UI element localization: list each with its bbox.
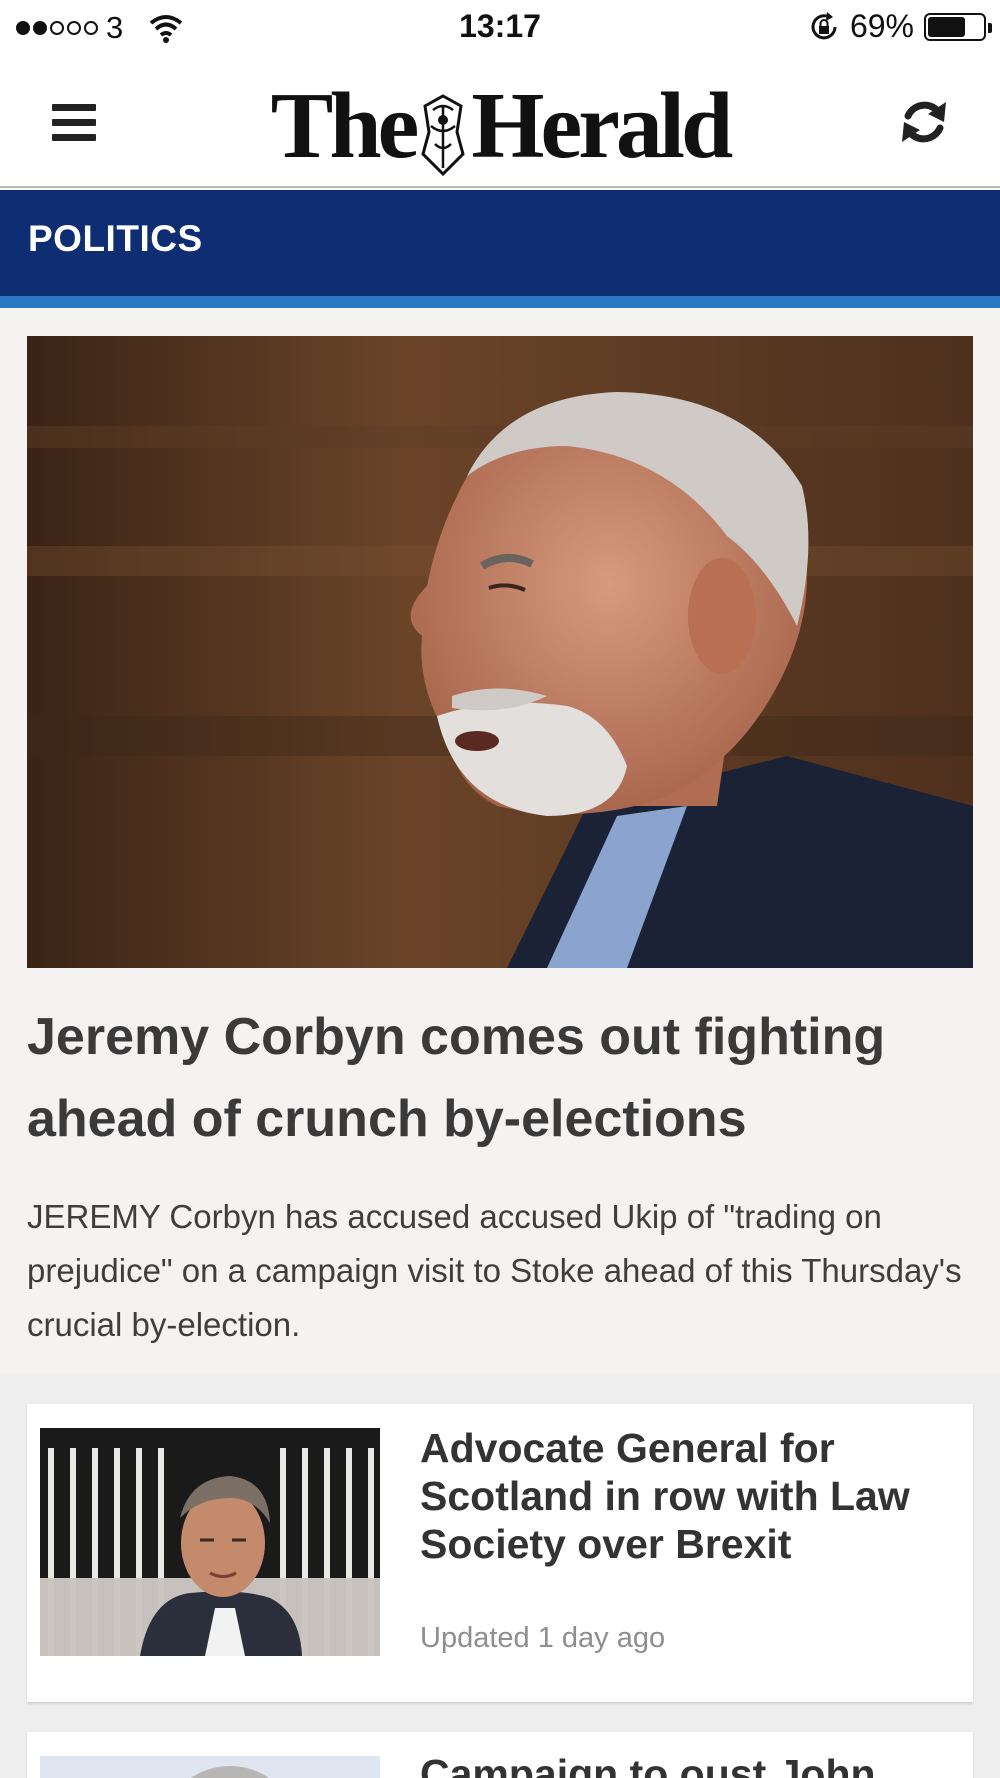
section-bar: POLITICS (0, 190, 1000, 296)
refresh-icon[interactable] (894, 92, 954, 152)
story-headline[interactable]: Advocate General for Scotland in row wit… (420, 1424, 950, 1568)
lead-story[interactable]: Jeremy Corbyn comes out fighting ahead o… (0, 308, 1000, 1374)
logo-text-the: The (270, 74, 420, 178)
status-right: 69% (808, 8, 992, 45)
battery-percent: 69% (849, 8, 914, 44)
story-list: Advocate General for Scotland in row wit… (0, 1374, 1000, 1778)
lead-story-image[interactable] (27, 336, 973, 968)
section-title: POLITICS (28, 218, 203, 259)
rotation-lock-icon (811, 11, 837, 39)
status-bar: 3 13:17 69% (0, 0, 1000, 56)
lead-story-headline[interactable]: Jeremy Corbyn comes out fighting ahead o… (27, 996, 973, 1160)
story-card[interactable]: Advocate General for Scotland in row wit… (27, 1404, 973, 1702)
logo-text-herald: Herald (471, 74, 733, 178)
story-thumbnail[interactable] (40, 1428, 380, 1656)
crest-icon (421, 94, 466, 177)
battery-icon (924, 12, 992, 41)
story-thumbnail[interactable] (40, 1756, 380, 1778)
lead-story-summary: JEREMY Corbyn has accused accused Ukip o… (27, 1198, 962, 1343)
story-headline[interactable]: Campaign to oust John (420, 1750, 950, 1778)
app-header: The Herald (0, 56, 1000, 188)
logo[interactable]: The Herald (0, 76, 1000, 178)
story-card[interactable]: Campaign to oust John (27, 1732, 973, 1778)
section-stripe (0, 296, 1000, 308)
story-updated-time: Updated 1 day ago (420, 1622, 666, 1654)
battery-level (928, 16, 966, 37)
